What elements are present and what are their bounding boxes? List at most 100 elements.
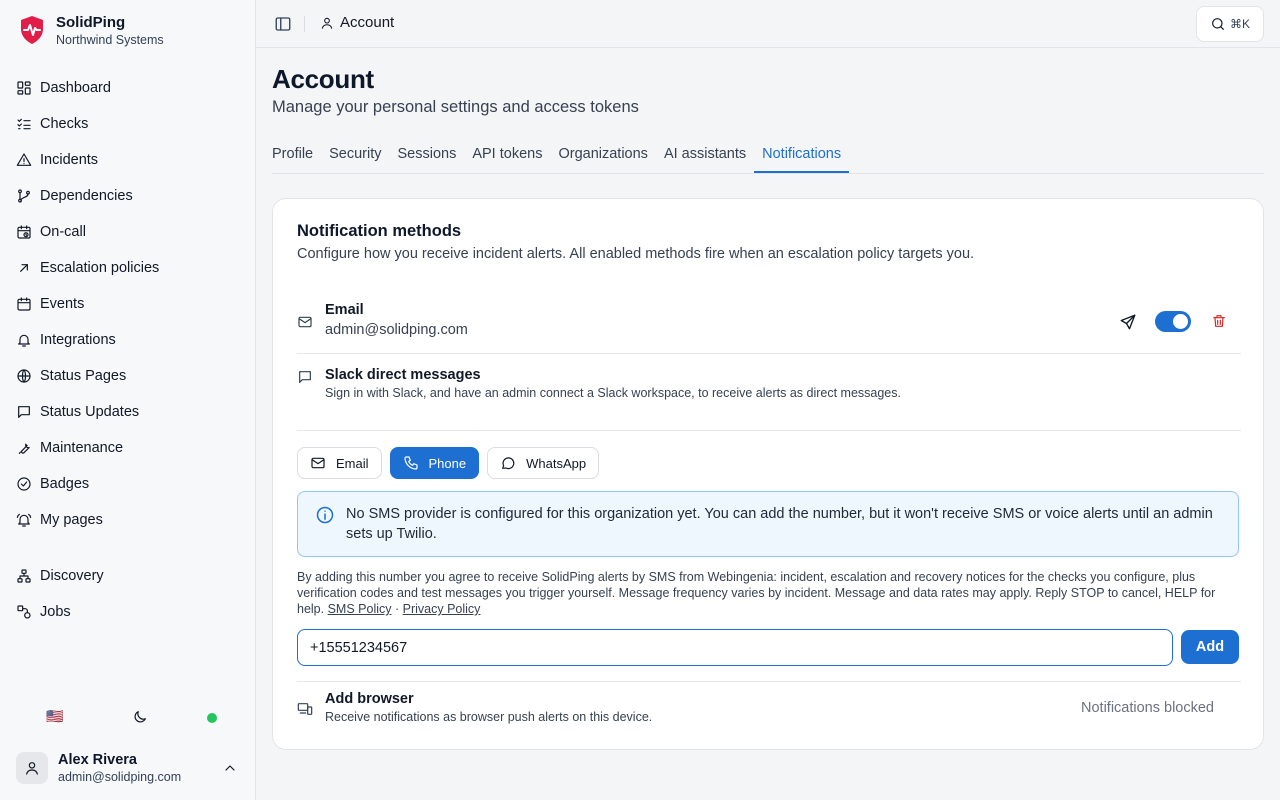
sidebar-item-label: Dependencies <box>40 188 133 204</box>
sidebar-nav: Dashboard Checks Incidents Dependencies … <box>0 70 255 630</box>
send-test-icon[interactable] <box>1119 313 1137 331</box>
toggle-knob <box>1173 314 1188 329</box>
search-shortcut: ⌘K <box>1229 17 1250 31</box>
sidebar-item-maintenance[interactable]: Maintenance <box>0 430 255 466</box>
sidebar-item-status-updates[interactable]: Status Updates <box>0 394 255 430</box>
sidebar-item-label: Dashboard <box>40 80 111 96</box>
user-icon <box>26 762 38 775</box>
trash-icon[interactable] <box>1211 313 1227 329</box>
divider <box>297 353 1241 354</box>
topbar-divider <box>304 16 305 32</box>
sidebar-item-label: Events <box>40 296 85 312</box>
tab-profile[interactable]: Profile <box>272 136 321 173</box>
sidebar-item-label: My pages <box>40 512 103 528</box>
brand[interactable]: SolidPing Northwind Systems <box>18 14 164 49</box>
arrow-up-right-icon <box>20 264 28 272</box>
avatar <box>16 752 48 784</box>
user-menu[interactable]: Alex Rivera admin@solidping.com <box>16 748 244 788</box>
moon-icon[interactable] <box>132 709 148 725</box>
divider <box>297 430 1241 431</box>
sidebar-item-label: Checks <box>40 116 89 132</box>
network-icon <box>17 569 31 583</box>
sidebar-item-discovery[interactable]: Discovery <box>0 558 255 594</box>
topbar: Account ⌘K <box>256 0 1280 48</box>
email-enabled-toggle[interactable] <box>1155 311 1191 332</box>
phone-number-input[interactable] <box>297 629 1173 666</box>
tab-notifications[interactable]: Notifications <box>754 136 850 173</box>
warning-icon <box>16 153 32 166</box>
card-description: Configure how you receive incident alert… <box>297 246 975 262</box>
sidebar-item-jobs[interactable]: Jobs <box>0 594 255 630</box>
search-icon <box>1212 18 1224 30</box>
tab-api-tokens[interactable]: API tokens <box>464 136 550 173</box>
calendar-clock-icon <box>17 225 31 239</box>
sidebar-item-label: Status Updates <box>40 404 140 420</box>
page-title: Account <box>272 64 374 94</box>
user-name: Alex Rivera <box>58 752 137 768</box>
sidebar-item-integrations[interactable]: Integrations <box>0 322 255 358</box>
email-method-title: Email <box>325 302 364 318</box>
consent-separator: · <box>394 602 400 616</box>
globe-icon <box>17 369 31 383</box>
language-flag[interactable]: 🇺🇸 <box>46 708 66 724</box>
divider <box>297 681 1241 682</box>
tab-ai-assistants[interactable]: AI assistants <box>656 136 754 173</box>
sms-policy-link[interactable]: SMS Policy <box>328 602 392 616</box>
user-icon <box>321 17 333 29</box>
slack-method-title: Slack direct messages <box>325 367 481 383</box>
privacy-policy-link[interactable]: Privacy Policy <box>403 602 481 616</box>
sidebar-item-label: Maintenance <box>40 440 124 456</box>
bell-icon <box>18 334 30 347</box>
email-method-address: admin@solidping.com <box>325 322 468 338</box>
jobs-icon <box>17 605 31 619</box>
bell-ring-icon <box>16 513 32 527</box>
brand-org: Northwind Systems <box>56 33 164 47</box>
whatsapp-icon <box>502 457 515 470</box>
check-circle-icon <box>17 477 31 491</box>
sidebar-item-my-pages[interactable]: My pages <box>0 502 255 538</box>
sidebar-item-status-pages[interactable]: Status Pages <box>0 358 255 394</box>
slack-method-description: Sign in with Slack, and have an admin co… <box>325 386 901 400</box>
sms-provider-alert: No SMS provider is configured for this o… <box>297 491 1239 557</box>
tab-organizations[interactable]: Organizations <box>550 136 655 173</box>
sidebar-item-label: Discovery <box>40 568 104 584</box>
page-subtitle: Manage your personal settings and access… <box>272 98 639 116</box>
breadcrumb: Account <box>320 14 394 31</box>
mail-icon <box>311 457 325 469</box>
tab-security[interactable]: Security <box>321 136 389 173</box>
sidebar: SolidPing Northwind Systems Dashboard Ch… <box>0 0 256 800</box>
sidebar-item-dashboard[interactable]: Dashboard <box>0 70 255 106</box>
sidebar-item-label: On-call <box>40 224 86 240</box>
sidebar-item-label: Jobs <box>40 604 71 620</box>
tab-sessions[interactable]: Sessions <box>390 136 465 173</box>
channel-email-button[interactable]: Email <box>297 447 382 479</box>
sidebar-item-label: Status Pages <box>40 368 127 384</box>
sidebar-item-dependencies[interactable]: Dependencies <box>0 178 255 214</box>
channel-whatsapp-button[interactable]: WhatsApp <box>487 447 600 479</box>
dependencies-icon <box>18 189 30 203</box>
sidebar-item-badges[interactable]: Badges <box>0 466 255 502</box>
info-icon <box>316 506 334 524</box>
sidebar-item-events[interactable]: Events <box>0 286 255 322</box>
phone-icon <box>403 456 418 470</box>
sidebar-item-incidents[interactable]: Incidents <box>0 142 255 178</box>
browser-method-title: Add browser <box>325 691 414 707</box>
wrench-icon <box>18 443 30 454</box>
calendar-icon <box>17 297 31 311</box>
sidebar-item-checks[interactable]: Checks <box>0 106 255 142</box>
sidebar-item-label: Escalation policies <box>40 260 160 276</box>
account-tabs: Profile Security Sessions API tokens Org… <box>272 136 1264 174</box>
add-phone-button[interactable]: Add <box>1181 630 1239 664</box>
sms-consent-text: By adding this number you agree to recei… <box>297 569 1241 617</box>
chip-label: Phone <box>428 455 467 471</box>
user-email: admin@solidping.com <box>58 770 182 784</box>
channel-phone-button[interactable]: Phone <box>389 447 480 479</box>
search-button[interactable]: ⌘K <box>1196 6 1264 42</box>
sidebar-toggle-icon[interactable] <box>274 15 292 33</box>
sidebar-item-on-call[interactable]: On-call <box>0 214 255 250</box>
browser-notifications-status: Notifications blocked <box>1081 700 1214 716</box>
chevron-up-icon[interactable] <box>222 760 238 776</box>
sidebar-footer-controls: 🇺🇸 <box>0 700 255 736</box>
sidebar-item-escalation-policies[interactable]: Escalation policies <box>0 250 255 286</box>
